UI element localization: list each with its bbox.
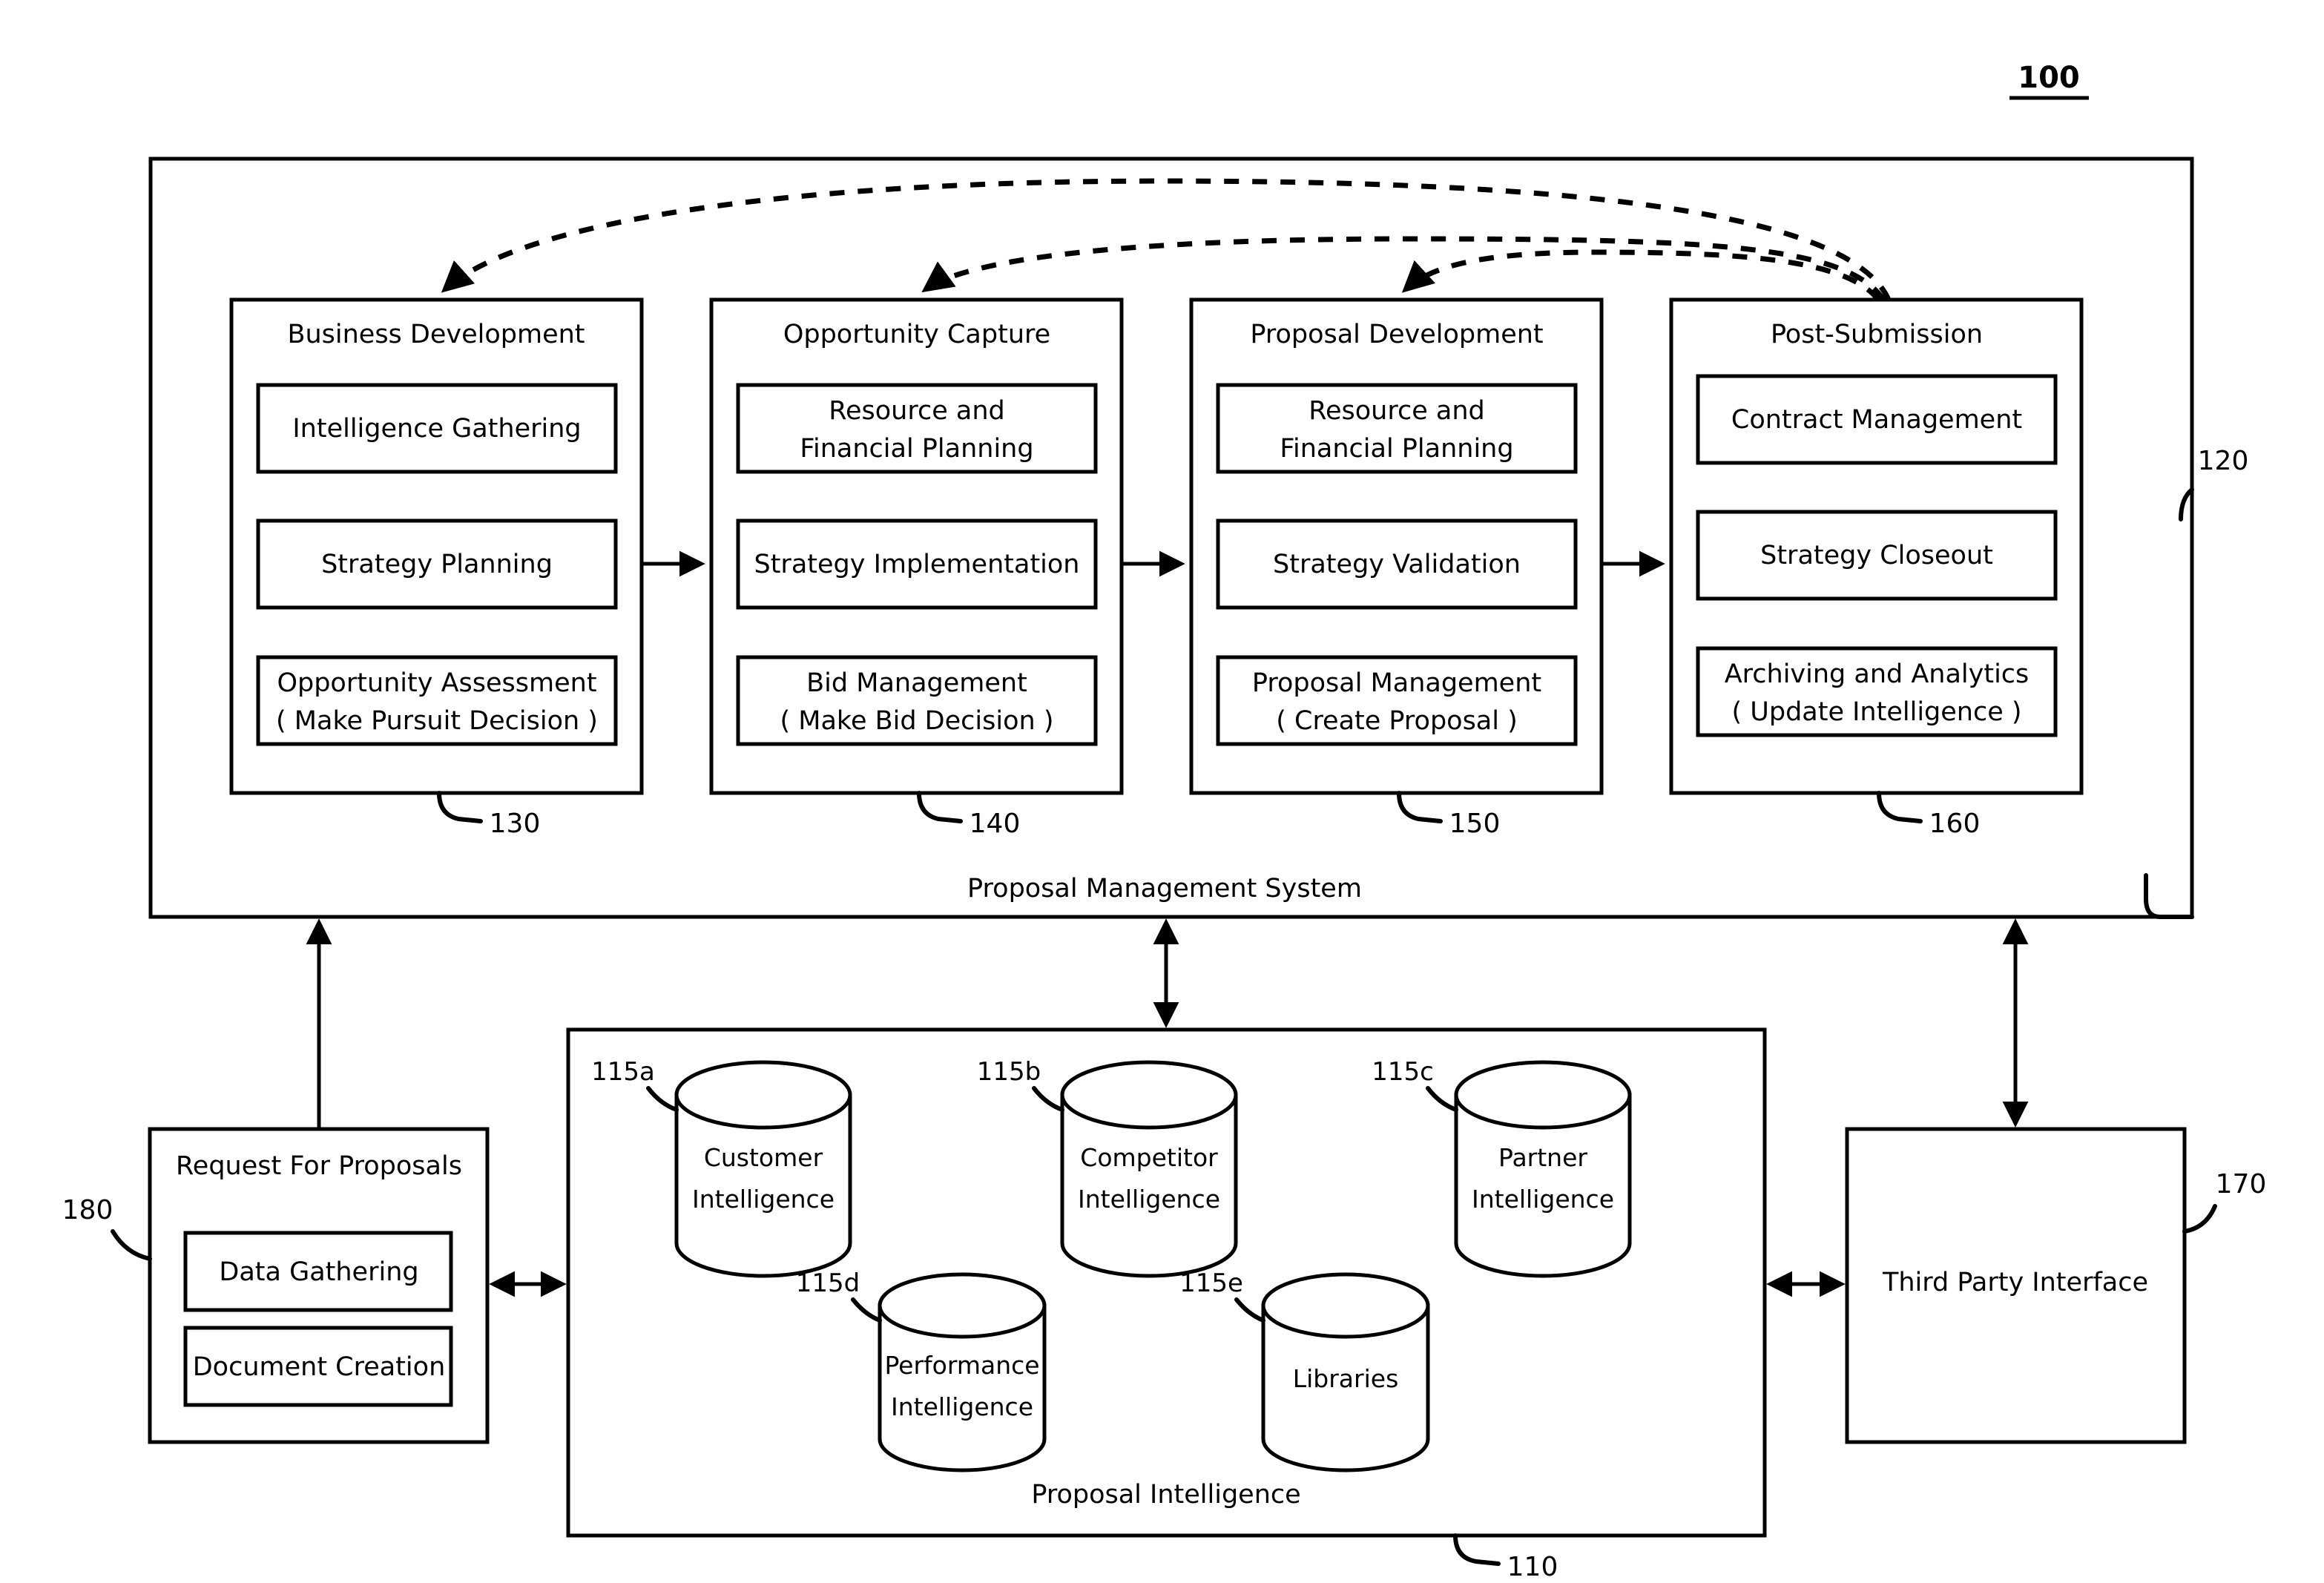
- stage-item-label: Opportunity Assessment: [277, 668, 596, 698]
- request-for-proposals-title: Request For Proposals: [176, 1151, 462, 1181]
- database-cylinder-top: [1060, 1060, 1238, 1130]
- ref-115e-label: 115e: [1179, 1268, 1243, 1298]
- database-cylinder-top: [1454, 1060, 1632, 1130]
- ref-115a-label: 115a: [591, 1057, 655, 1087]
- stage-title-proposal-development: Proposal Development: [1250, 320, 1543, 349]
- stage-item-label: Intelligence Gathering: [292, 414, 581, 444]
- database-label-line1: Partner: [1498, 1143, 1587, 1172]
- stage-opportunity-capture: Opportunity Capture Resource and Financi…: [709, 297, 1124, 839]
- ref-170-leader: [2182, 1204, 2217, 1234]
- ref-120-label: 120: [2198, 446, 2249, 476]
- database-cylinder-top: [878, 1272, 1047, 1339]
- database-label-line2: Intelligence: [891, 1392, 1033, 1421]
- database-cylinder-top: [674, 1060, 852, 1130]
- database-label-line2: Intelligence: [1472, 1185, 1614, 1214]
- database-label-line1: Customer: [704, 1143, 823, 1172]
- stage-post-submission: Post-Submission Contract Management Stra…: [1669, 297, 2084, 839]
- figure-number-label: 100: [2018, 61, 2080, 95]
- ref-160-label: 160: [1929, 809, 1981, 839]
- stage-item-label: Contract Management: [1731, 405, 2022, 435]
- stage-item-label: Proposal Management: [1252, 668, 1541, 698]
- stage-item-label: Strategy Planning: [321, 550, 553, 579]
- database-label-line1: Performance: [884, 1351, 1039, 1380]
- stage-item-label-line2: ( Create Proposal ): [1276, 706, 1518, 736]
- ref-130-label: 130: [490, 809, 541, 839]
- ref-140-label: 140: [970, 809, 1021, 839]
- stage-item-label: Archiving and Analytics: [1725, 659, 2030, 689]
- proposal-intelligence-caption: Proposal Intelligence: [1031, 1480, 1300, 1510]
- stage-item-label-line2: ( Make Bid Decision ): [780, 706, 1054, 736]
- ref-110-label: 110: [1507, 1552, 1558, 1582]
- stage-item-label: Bid Management: [806, 668, 1027, 698]
- database-label-line2: Intelligence: [1078, 1185, 1220, 1214]
- ref-115b-label: 115b: [977, 1057, 1041, 1087]
- database-label-line1: Libraries: [1293, 1364, 1399, 1393]
- stage-item-label: Resource and: [1309, 396, 1484, 426]
- stage-item-label: Resource and: [829, 396, 1004, 426]
- rfp-item-label: Document Creation: [193, 1352, 446, 1382]
- ref-170-label: 170: [2216, 1169, 2267, 1199]
- stage-item-label: Strategy Validation: [1273, 550, 1521, 579]
- figure-number: 100: [2009, 61, 2089, 100]
- ref-150-label: 150: [1449, 809, 1501, 839]
- request-for-proposals: Request For Proposals Data Gathering Doc…: [62, 1127, 490, 1444]
- proposal-management-system-diagram: 100 Proposal Management System 120 Busin…: [62, 61, 2267, 1582]
- stage-proposal-development: Proposal Development Resource and Financ…: [1189, 297, 1604, 839]
- rfp-item-label: Data Gathering: [219, 1257, 418, 1287]
- stage-item-label: Strategy Closeout: [1760, 541, 1993, 570]
- stage-item-label-line2: ( Make Pursuit Decision ): [276, 706, 598, 736]
- third-party-interface-title: Third Party Interface: [1882, 1268, 2148, 1297]
- stage-item-label-line2: ( Update Intelligence ): [1731, 697, 2021, 727]
- patent-figure-page: 100 Proposal Management System 120 Busin…: [0, 0, 2324, 1583]
- stage-title-opportunity-capture: Opportunity Capture: [783, 320, 1050, 349]
- proposal-management-system-caption: Proposal Management System: [967, 874, 1362, 904]
- ref-115c-label: 115c: [1372, 1057, 1434, 1087]
- database-label-line2: Intelligence: [692, 1185, 835, 1214]
- stage-title-post-submission: Post-Submission: [1771, 320, 1983, 349]
- stage-item-label-line2: Financial Planning: [1280, 434, 1513, 464]
- stage-title-business-development: Business Development: [287, 320, 585, 349]
- ref-110-leader: [1453, 1533, 1501, 1566]
- database-label-line1: Competitor: [1080, 1143, 1218, 1172]
- third-party-interface: Third Party Interface 170: [1845, 1127, 2267, 1444]
- stage-business-development: Business Development Intelligence Gather…: [229, 297, 644, 839]
- database-cylinder-top: [1261, 1272, 1430, 1339]
- ref-115d-label: 115d: [796, 1268, 860, 1298]
- ref-180-leader: [111, 1229, 152, 1261]
- stage-item-label: Strategy Implementation: [754, 550, 1079, 579]
- stage-item-label-line2: Financial Planning: [800, 434, 1033, 464]
- ref-180-label: 180: [62, 1195, 113, 1225]
